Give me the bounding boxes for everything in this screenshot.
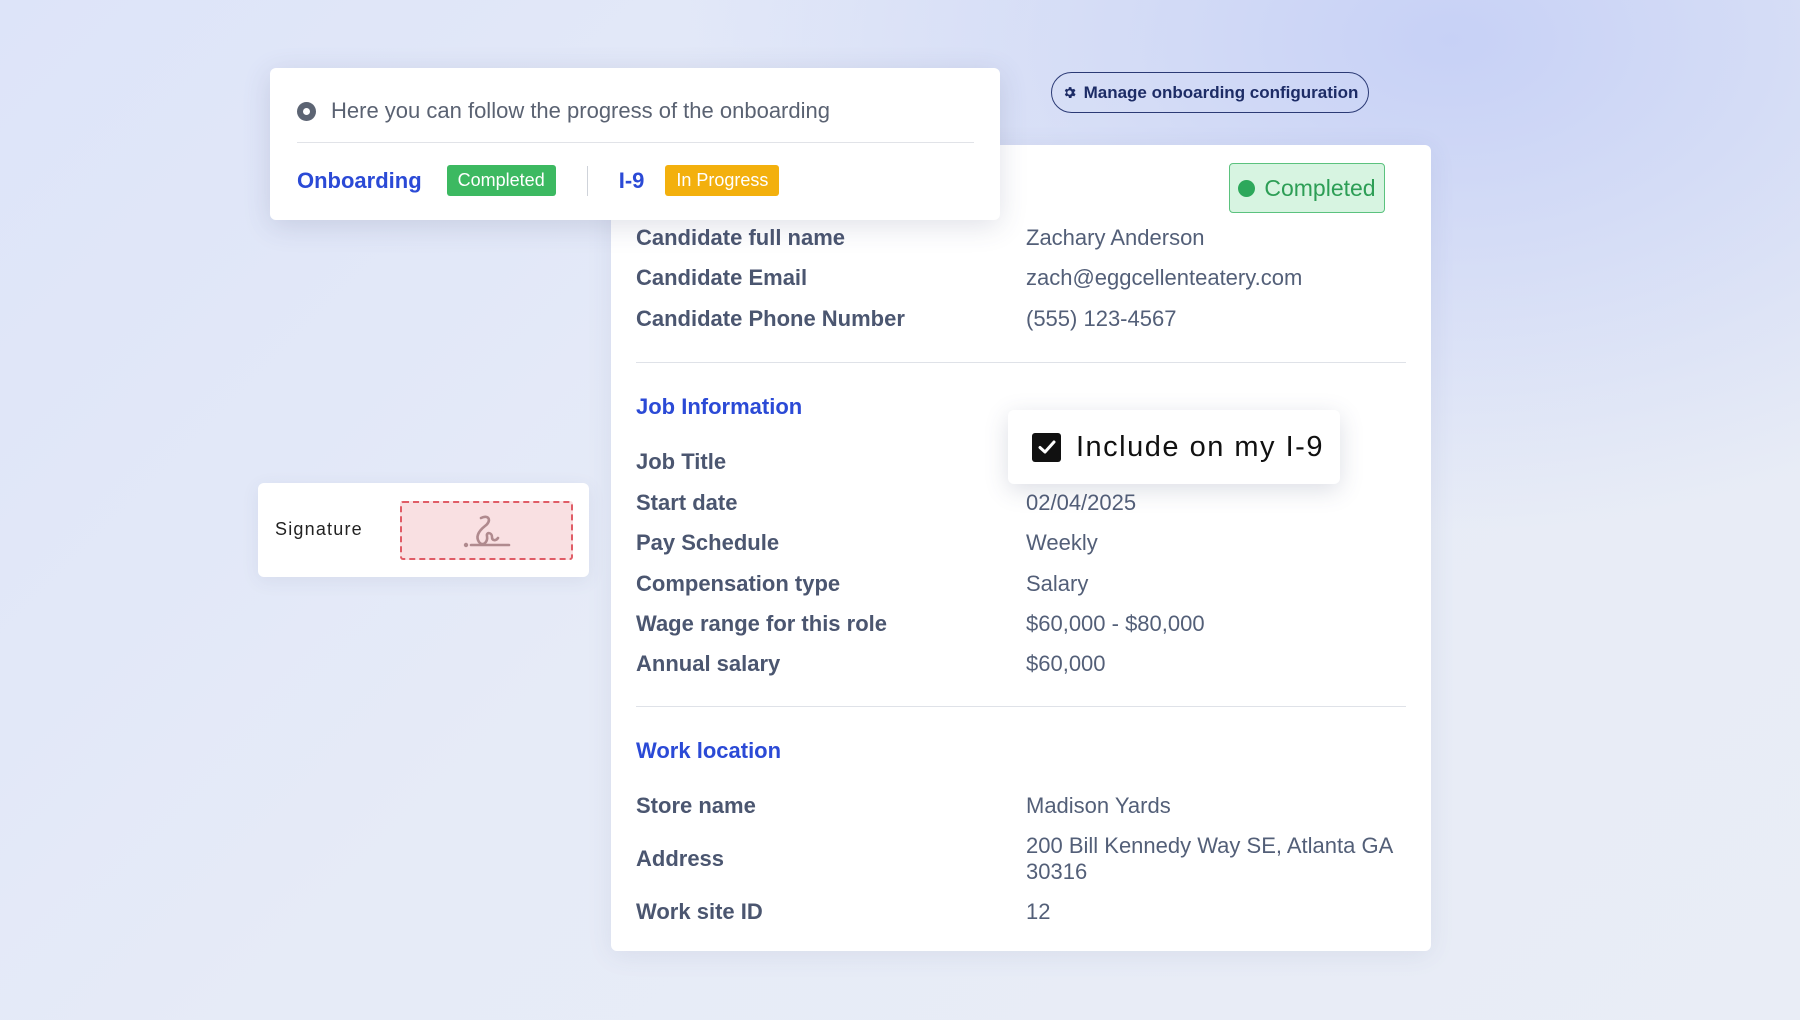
- i9-link[interactable]: I-9: [619, 168, 645, 194]
- detail-value: 200 Bill Kennedy Way SE, Atlanta GA 3031…: [1026, 833, 1393, 885]
- vertical-separator: [586, 165, 588, 196]
- detail-label: Work site ID: [636, 899, 763, 924]
- i9-status-badge: In Progress: [665, 165, 780, 196]
- radio-dot-icon: [297, 101, 316, 121]
- detail-row-phone: Candidate Phone Number (555) 123-4567: [636, 306, 1406, 332]
- progress-hint-text: Here you can follow the progress of the …: [331, 98, 830, 123]
- onboarding-progress-card: Here you can follow the progress of the …: [270, 68, 1000, 220]
- detail-label: Candidate full name: [636, 225, 846, 250]
- detail-row-work-site-id: Work site ID 12: [636, 899, 1406, 925]
- detail-label: Pay Schedule: [636, 530, 780, 555]
- signature-card: Signature: [258, 483, 589, 577]
- progress-divider: [297, 142, 974, 143]
- section-divider: [636, 362, 1406, 363]
- gear-icon: [1064, 87, 1076, 98]
- signature-icon: [463, 515, 510, 547]
- detail-label: Annual salary: [636, 651, 781, 676]
- detail-value: Weekly: [1026, 530, 1098, 555]
- onboarding-status-badge: Completed: [446, 165, 556, 196]
- section-title-work-location: Work location: [636, 738, 782, 763]
- detail-row-store-name: Store name Madison Yards: [636, 793, 1406, 819]
- onboarding-link[interactable]: Onboarding: [297, 168, 422, 194]
- detail-row-pay-schedule: Pay Schedule Weekly: [636, 530, 1406, 556]
- detail-value: $60,000: [1026, 651, 1106, 676]
- manage-onboarding-config-label: Manage onboarding configuration: [1083, 82, 1359, 102]
- progress-hint: Here you can follow the progress of the …: [297, 98, 830, 124]
- include-on-i9-option[interactable]: Include on my I-9: [1008, 410, 1340, 484]
- status-badge: Completed: [1229, 163, 1385, 213]
- detail-row-wage-range: Wage range for this role $60,000 - $80,0…: [636, 611, 1406, 637]
- detail-label: Candidate Email: [636, 265, 808, 290]
- checkmark-icon: [1038, 440, 1055, 454]
- detail-value: 12: [1026, 899, 1051, 924]
- section-divider: [636, 706, 1406, 707]
- detail-row-start-date: Start date 02/04/2025: [636, 490, 1406, 516]
- status-dot-icon: [1238, 179, 1256, 197]
- detail-row-email: Candidate Email zach@eggcellenteatery.co…: [636, 265, 1406, 291]
- address-line-1: 200 Bill Kennedy Way SE, Atlanta GA: [1026, 833, 1394, 858]
- detail-label: Address: [636, 846, 725, 871]
- status-badge-label: Completed: [1264, 174, 1376, 201]
- detail-label: Candidate Phone Number: [636, 306, 905, 331]
- detail-label: Job Title: [636, 449, 727, 474]
- candidate-details-card: Completed Candidate full name Zachary An…: [611, 145, 1431, 951]
- detail-value: Zachary Anderson: [1026, 225, 1205, 250]
- detail-row-address: Address 200 Bill Kennedy Way SE, Atlanta…: [636, 833, 1406, 885]
- include-on-i9-checkbox[interactable]: [1032, 432, 1061, 462]
- detail-value: $60,000 - $80,000: [1026, 611, 1205, 636]
- detail-row-compensation-type: Compensation type Salary: [636, 571, 1406, 597]
- signature-label: Signature: [275, 519, 363, 539]
- section-title-job-information: Job Information: [636, 394, 803, 419]
- detail-value: 02/04/2025: [1026, 490, 1137, 515]
- detail-row-annual-salary: Annual salary $60,000: [636, 651, 1406, 677]
- detail-label: Compensation type: [636, 571, 841, 596]
- detail-value: Madison Yards: [1026, 793, 1171, 818]
- detail-label: Wage range for this role: [636, 611, 888, 636]
- detail-row-full-name: Candidate full name Zachary Anderson: [636, 225, 1406, 251]
- detail-value: Salary: [1026, 571, 1089, 596]
- detail-value: zach@eggcellenteatery.com: [1026, 265, 1303, 290]
- address-line-2: 30316: [1026, 859, 1088, 884]
- manage-onboarding-config-button[interactable]: Manage onboarding configuration: [1051, 72, 1369, 113]
- detail-label: Start date: [636, 490, 738, 515]
- signature-field[interactable]: [400, 501, 573, 560]
- detail-value: (555) 123-4567: [1026, 306, 1177, 331]
- include-on-i9-label: Include on my I-9: [1076, 430, 1324, 463]
- progress-status-row: Onboarding Completed I-9 In Progress: [297, 165, 780, 196]
- detail-label: Store name: [636, 793, 756, 818]
